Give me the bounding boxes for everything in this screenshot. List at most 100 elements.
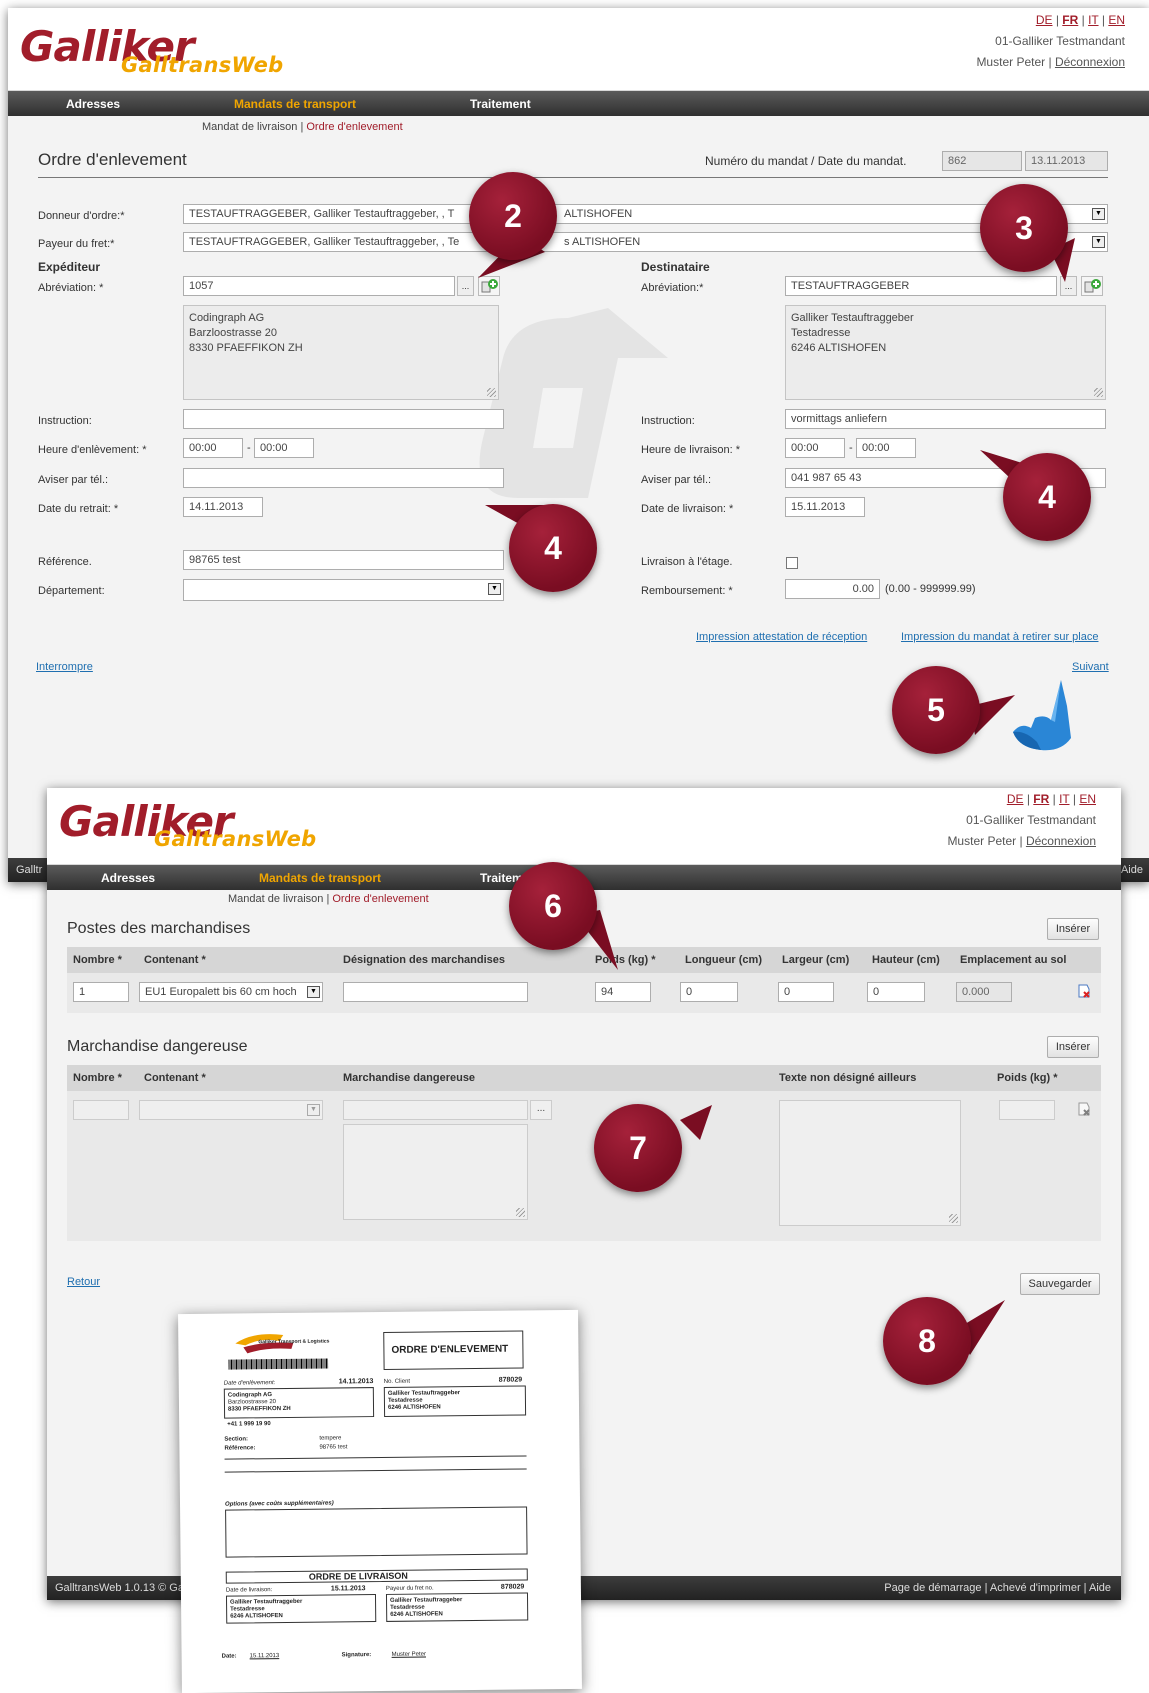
doc-date-label: Date: xyxy=(221,1653,237,1660)
goods-col-designation: Désignation des marchandises xyxy=(343,954,505,966)
time-separator: - xyxy=(247,442,251,454)
phone-label-right: Aviser par tél.: xyxy=(641,474,712,486)
user-name: Muster Peter xyxy=(947,834,1017,848)
delivery-date-input[interactable]: 15.11.2013 xyxy=(785,497,865,517)
recipient-add-icon[interactable] xyxy=(1081,276,1103,296)
sender-address: Codingraph AG Barzloostrasse 20 8330 PFAEF… xyxy=(183,305,499,400)
goods-weight-input[interactable]: 94 xyxy=(595,982,651,1002)
subnav-delivery-order[interactable]: Mandat de livraison xyxy=(228,893,323,905)
pickup-time-to[interactable]: 00:00 xyxy=(254,438,314,458)
cancel-link[interactable]: Interrompre xyxy=(36,661,93,673)
print-pickup-order-link[interactable]: Impression du mandat à retirer sur place xyxy=(901,631,1098,643)
principal-select[interactable]: TESTAUFTRAGGEBER, Galliker Testauftragge… xyxy=(183,204,1108,224)
goods-section-title: Postes des marchandises xyxy=(67,920,251,937)
logout-link[interactable]: Déconnexion xyxy=(1055,55,1125,69)
language-switch: DE | FR | IT | EN xyxy=(1006,792,1096,806)
lang-de[interactable]: DE xyxy=(1036,13,1053,27)
sender-abbr-input[interactable]: 1057 xyxy=(183,276,455,296)
reference-label: Référence. xyxy=(38,556,92,568)
lang-fr[interactable]: FR xyxy=(1062,13,1078,27)
dangerous-goods-title: Marchandise dangereuse xyxy=(67,1038,248,1055)
delivery-time-from[interactable]: 00:00 xyxy=(785,438,845,458)
reference-input[interactable]: 98765 test xyxy=(183,550,504,570)
user-name: Muster Peter xyxy=(976,55,1046,69)
callout-5: 5 xyxy=(892,666,980,754)
lang-it[interactable]: IT xyxy=(1088,13,1098,27)
lang-en[interactable]: EN xyxy=(1108,13,1125,27)
insert-goods-button[interactable]: Insérer xyxy=(1047,918,1099,940)
lang-de[interactable]: DE xyxy=(1007,792,1024,806)
instruction-label-right: Instruction: xyxy=(641,415,695,427)
lang-fr[interactable]: FR xyxy=(1033,792,1049,806)
time-separator: - xyxy=(849,442,853,454)
doc-payer-no: 878029 xyxy=(500,1583,525,1591)
refund-input[interactable]: 0.00 xyxy=(785,579,880,599)
lang-it[interactable]: IT xyxy=(1059,792,1069,806)
save-button[interactable]: Sauvegarder xyxy=(1020,1273,1100,1295)
doc-logo-text: Galliker Transport & Logistics xyxy=(258,1338,330,1346)
next-link[interactable]: Suivant xyxy=(1072,661,1109,673)
delete-row-icon[interactable] xyxy=(1075,982,1093,1000)
callout-7: 7 xyxy=(594,1104,682,1192)
sender-lookup-button[interactable]: ... xyxy=(457,276,474,296)
instruction-label-left: Instruction: xyxy=(38,415,92,427)
bg-footer-left: Galltr xyxy=(16,864,43,876)
logout-link[interactable]: Déconnexion xyxy=(1026,834,1096,848)
nav-addresses[interactable]: Adresses xyxy=(66,97,120,111)
pickup-time-from[interactable]: 00:00 xyxy=(183,438,243,458)
goods-count-input[interactable]: 1 xyxy=(73,982,129,1002)
delete-row-icon xyxy=(1075,1100,1093,1118)
doc-delivery-date: 15.11.2013 xyxy=(330,1585,366,1593)
bg-footer-right: Aide xyxy=(1120,864,1143,876)
back-link[interactable]: Retour xyxy=(67,1276,100,1288)
sub-nav: Mandat de livraison | Ordre d'enlevement xyxy=(228,893,429,905)
app-header: Galliker GalltransWeb DE | FR | IT | EN … xyxy=(47,788,1121,865)
recipient-lookup-button[interactable]: ... xyxy=(1060,276,1077,296)
print-receipt-link[interactable]: Impression attestation de réception xyxy=(696,631,867,643)
sub-nav: Mandat de livraison | Ordre d'enlevement xyxy=(202,121,403,133)
subnav-delivery-order[interactable]: Mandat de livraison xyxy=(202,121,297,133)
delivery-time-to[interactable]: 00:00 xyxy=(856,438,916,458)
subnav-pickup-order[interactable]: Ordre d'enlevement xyxy=(306,121,402,133)
nav-transport-orders[interactable]: Mandats de transport xyxy=(259,871,381,885)
sender-add-icon[interactable] xyxy=(478,276,500,296)
nav-addresses[interactable]: Adresses xyxy=(101,871,155,885)
danger-nos-textarea xyxy=(779,1100,961,1226)
recipient-title: Destinataire xyxy=(641,260,710,274)
goods-length-input[interactable]: 0 xyxy=(680,982,738,1002)
footer-links[interactable]: Page de démarrage | Achevé d'imprimer | … xyxy=(884,1582,1111,1594)
danger-col-count: Nombre * xyxy=(73,1072,122,1084)
pickup-date-input[interactable]: 14.11.2013 xyxy=(183,497,263,517)
doc-reference-label: Référence: xyxy=(224,1445,256,1452)
lang-en[interactable]: EN xyxy=(1079,792,1096,806)
insert-dangerous-button[interactable]: Insérer xyxy=(1047,1036,1099,1058)
main-nav: Adresses Mandats de transport Traitement xyxy=(8,91,1149,116)
department-select[interactable]: ▼ xyxy=(183,579,504,601)
delivery-time-label: Heure de livraison: * xyxy=(641,444,741,456)
chevron-down-icon[interactable]: ▼ xyxy=(307,986,320,998)
floor-delivery-checkbox[interactable] xyxy=(786,557,798,569)
refund-range: (0.00 - 999999.99) xyxy=(885,583,976,595)
goods-designation-input[interactable] xyxy=(343,982,528,1002)
recipient-abbr-input[interactable]: TESTAUFTRAGGEBER xyxy=(785,276,1057,296)
goods-width-input[interactable]: 0 xyxy=(778,982,834,1002)
language-switch: DE | FR | IT | EN xyxy=(1035,13,1125,27)
instruction-input-right[interactable]: vormittags anliefern xyxy=(785,409,1106,429)
goods-table-header: Nombre * Contenant * Désignation des mar… xyxy=(67,947,1101,973)
danger-goods-input xyxy=(343,1100,528,1120)
payer-select[interactable]: TESTAUFTRAGGEBER, Galliker Testauftragge… xyxy=(183,232,1108,252)
goods-height-input[interactable]: 0 xyxy=(867,982,925,1002)
refund-label: Remboursement: * xyxy=(641,585,733,597)
nav-transport-orders[interactable]: Mandats de transport xyxy=(234,97,356,111)
chevron-down-icon[interactable]: ▼ xyxy=(1092,208,1105,220)
goods-container-select[interactable]: EU1 Europalett bis 60 cm hoch ▼ xyxy=(139,982,323,1002)
nav-processing[interactable]: Traitement xyxy=(470,97,531,111)
phone-input-left[interactable] xyxy=(183,468,504,488)
dangerous-table-row: ▼ ... xyxy=(67,1091,1101,1241)
danger-weight-input xyxy=(999,1100,1055,1120)
subnav-pickup-order[interactable]: Ordre d'enlevement xyxy=(332,893,428,905)
doc-pickup-date: 14.11.2013 xyxy=(338,1378,374,1386)
instruction-input-left[interactable] xyxy=(183,409,504,429)
chevron-down-icon[interactable]: ▼ xyxy=(1092,236,1105,248)
chevron-down-icon[interactable]: ▼ xyxy=(488,583,501,595)
